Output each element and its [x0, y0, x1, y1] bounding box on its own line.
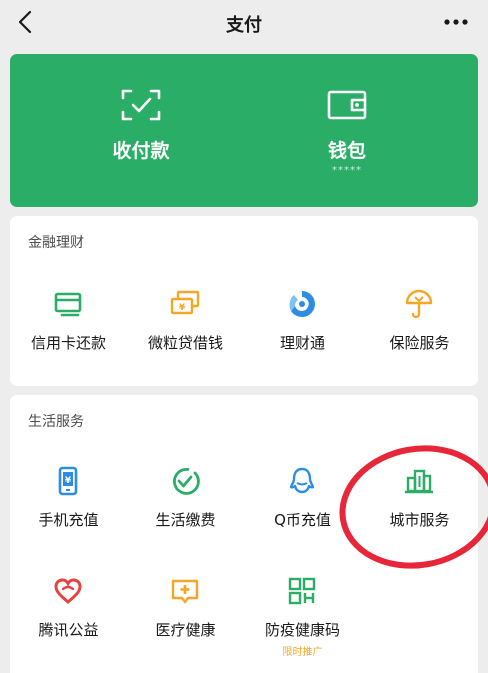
medical-cross-icon — [171, 579, 199, 604]
wallet-icon — [327, 90, 367, 120]
service-loan[interactable]: ¥ 微粒贷借钱 — [127, 288, 244, 368]
wallet-balance-hidden: ***** — [332, 165, 362, 176]
city-buildings-icon — [405, 469, 433, 494]
service-label: 医疗健康 — [155, 621, 216, 639]
svg-text:¥: ¥ — [65, 476, 72, 486]
collect-pay-label: 收付款 — [112, 140, 170, 162]
pay-hero-card: 收付款 钱包 ***** — [10, 54, 478, 207]
page-title: 支付 — [226, 15, 262, 36]
service-credit-card[interactable]: 信用卡还款 — [10, 288, 127, 368]
service-label: 防疫健康码 — [264, 621, 340, 639]
service-label: 微粒贷借钱 — [147, 334, 223, 352]
svg-text:¥: ¥ — [179, 303, 186, 313]
mobile-recharge-icon: ¥ — [58, 466, 78, 496]
service-utilities[interactable]: 生活缴费 — [127, 465, 244, 545]
nav-bar: 支付 — [0, 0, 488, 46]
service-label: Q币充值 — [274, 511, 331, 529]
service-city[interactable]: 城市服务 — [361, 465, 478, 545]
section-title: 生活服务 — [28, 414, 84, 430]
service-charity[interactable]: 腾讯公益 — [10, 575, 127, 655]
health-qr-code-icon — [288, 577, 316, 605]
scan-pay-icon — [121, 89, 161, 121]
service-label: 保险服务 — [389, 334, 450, 352]
wallet-button[interactable]: 钱包 ***** — [230, 54, 464, 207]
service-mobile-recharge[interactable]: ¥ 手机充值 — [10, 465, 127, 545]
service-label: 手机充值 — [38, 511, 99, 529]
service-label: 信用卡还款 — [30, 334, 106, 352]
service-label: 理财通 — [279, 334, 325, 352]
more-dots-icon[interactable] — [442, 8, 470, 36]
wealth-icon — [289, 291, 315, 317]
finance-section: 金融理财 信用卡还款 ¥ 微粒贷借钱 理财通 保险服务 — [10, 216, 478, 386]
wallet-label: 钱包 — [327, 140, 366, 162]
section-title: 金融理财 — [28, 235, 84, 251]
service-qq-coin[interactable]: Q币充值 — [244, 465, 361, 545]
service-label: 腾讯公益 — [38, 621, 99, 639]
service-medical[interactable]: 医疗健康 — [127, 575, 244, 655]
qq-coin-icon — [289, 467, 315, 494]
loan-bills-icon: ¥ — [170, 290, 200, 315]
collect-pay-button[interactable]: 收付款 — [24, 54, 258, 207]
life-section: 生活服务 ¥ 手机充值 生活缴费 Q币充值 城市服务 腾讯公益 医疗健康 防疫健… — [10, 395, 478, 673]
charity-heart-icon — [54, 578, 82, 604]
utilities-check-icon — [173, 468, 200, 495]
credit-card-icon — [54, 292, 82, 317]
service-wealth[interactable]: 理财通 — [244, 288, 361, 368]
service-label: 城市服务 — [389, 511, 450, 529]
promo-tag: 限时推广 — [282, 647, 323, 658]
service-label: 生活缴费 — [155, 511, 216, 529]
insurance-umbrella-icon — [405, 289, 433, 319]
service-health-code[interactable]: 防疫健康码 限时推广 — [244, 575, 361, 658]
service-insurance[interactable]: 保险服务 — [361, 288, 478, 368]
